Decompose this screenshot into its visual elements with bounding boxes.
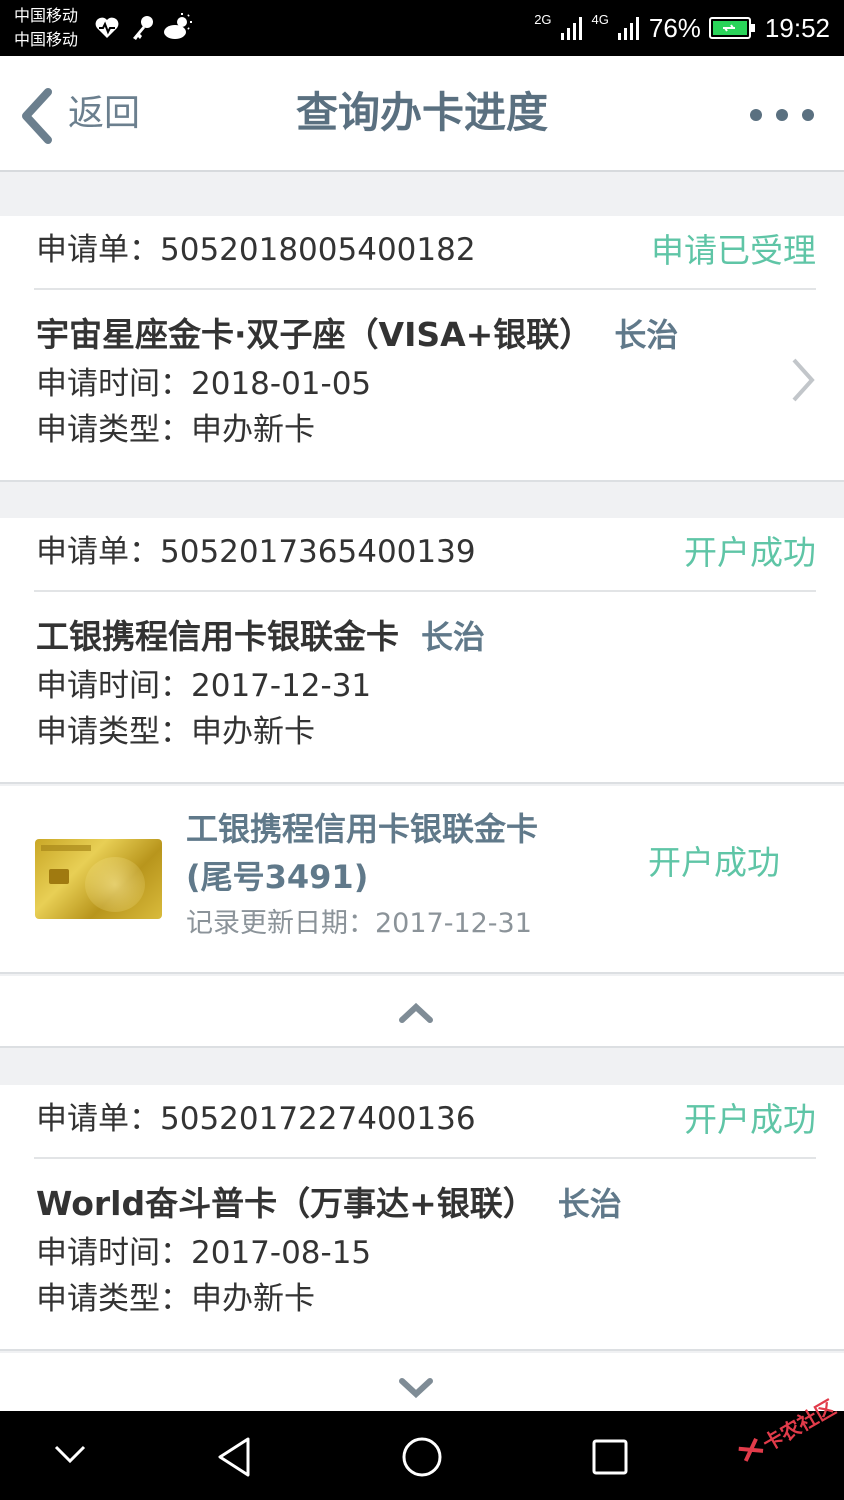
city-label: 长治: [614, 316, 679, 354]
card-name: World奋斗普卡（万事达+银联） 长治: [36, 1183, 622, 1225]
card-name-text: 宇宙星座金卡·双子座（VISA+银联）: [36, 315, 593, 354]
card-name-text: 工银携程信用卡银联金卡: [36, 617, 399, 656]
order-number: 申请单：5052018005400182: [36, 232, 476, 268]
card-name: 工银携程信用卡银联金卡 长治: [36, 616, 485, 658]
nav-back-button[interactable]: [214, 1435, 254, 1479]
issued-card-row[interactable]: 工银携程信用卡银联金卡 (尾号3491) 记录更新日期：2017-12-31 开…: [0, 786, 844, 974]
signal-icon-1: [560, 17, 582, 40]
status-badge: 开户成功: [684, 1100, 816, 1139]
page-title: 查询办卡进度: [295, 88, 548, 137]
clock: 19:52: [764, 12, 830, 43]
battery-percent: 76%: [648, 12, 701, 43]
chevron-right-icon: [792, 358, 815, 402]
heart-rate-icon: [95, 17, 119, 38]
card-flower-art: [85, 857, 145, 912]
apply-time: 申请时间：2017-08-15: [36, 1235, 372, 1271]
issued-card-tail: (尾号3491): [186, 858, 369, 896]
expand-toggle[interactable]: [0, 1353, 844, 1411]
record-update-date: 记录更新日期：2017-12-31: [186, 908, 532, 939]
issued-card-name: 工银携程信用卡银联金卡: [186, 810, 539, 848]
order-number: 申请单：5052017227400136: [36, 1101, 476, 1137]
app-screen: 中国移动 中国移动 2G 4G 76% 19:52 返回 查询办卡进度 申请单：…: [0, 0, 844, 1500]
nav-recents-button[interactable]: [590, 1437, 630, 1477]
chevron-down-icon: [399, 1378, 433, 1399]
card-name-text: World奋斗普卡（万事达+银联）: [36, 1184, 536, 1223]
carrier-1: 中国移动: [14, 6, 79, 25]
more-options-button[interactable]: [744, 100, 820, 130]
battery-charging-icon: [708, 17, 755, 39]
apply-type: 申请类型：申办新卡: [36, 1281, 315, 1317]
application-card-2[interactable]: 申请单：5052017365400139 开户成功 工银携程信用卡银联金卡 长治 …: [0, 518, 844, 784]
issued-card-status: 开户成功: [648, 843, 780, 882]
signal-icon-2: [617, 17, 639, 40]
status-right: 2G 4G 76% 19:52: [534, 10, 830, 46]
apply-type: 申请类型：申办新卡: [36, 412, 315, 448]
divider: [34, 1157, 816, 1159]
card-bank-logo: [41, 845, 91, 851]
carrier-2: 中国移动: [14, 30, 79, 49]
card-name: 宇宙星座金卡·双子座（VISA+银联） 长治: [36, 314, 678, 356]
network-type-1: 2G: [534, 12, 552, 27]
collapse-toggle[interactable]: [0, 976, 844, 1048]
card-thumbnail: [35, 839, 162, 919]
status-badge: 申请已受理: [651, 231, 816, 270]
order-number: 申请单：5052017365400139: [36, 534, 476, 570]
network-type-2: 4G: [591, 12, 609, 27]
system-nav-bar: 卡农社区: [0, 1395, 844, 1500]
weather-icon: [164, 13, 192, 39]
key-icon: [133, 16, 153, 40]
apply-type: 申请类型：申办新卡: [36, 714, 315, 750]
divider: [34, 288, 816, 290]
card-chip: [49, 869, 69, 884]
city-label: 长治: [421, 618, 486, 656]
hide-keyboard-button[interactable]: [52, 1441, 88, 1467]
top-nav-bar: 返回 查询办卡进度: [0, 56, 844, 172]
application-card-1[interactable]: 申请单：5052018005400182 申请已受理 宇宙星座金卡·双子座（VI…: [0, 216, 844, 482]
nav-home-button[interactable]: [400, 1435, 444, 1479]
divider: [34, 590, 816, 592]
apply-time: 申请时间：2018-01-05: [36, 366, 372, 402]
status-bar: 中国移动 中国移动 2G 4G 76% 19:52: [0, 0, 844, 56]
chevron-up-icon: [399, 1002, 433, 1023]
application-card-3[interactable]: 申请单：5052017227400136 开户成功 World奋斗普卡（万事达+…: [0, 1085, 844, 1351]
more-dots-icon: [750, 109, 814, 121]
city-label: 长治: [557, 1185, 622, 1223]
apply-time: 申请时间：2017-12-31: [36, 668, 372, 704]
status-badge: 开户成功: [684, 533, 816, 572]
